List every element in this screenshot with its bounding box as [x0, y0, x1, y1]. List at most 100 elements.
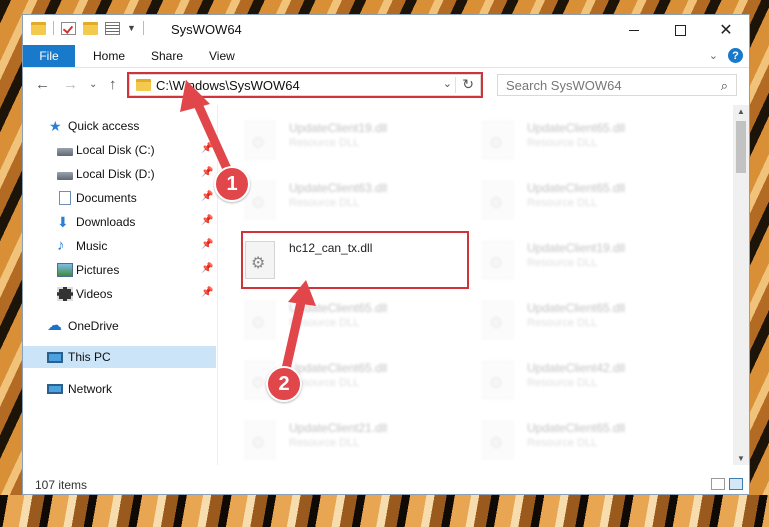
file-explorer-window: ▼ SysWOW64 ✕ File Home Share View ⌄ ? ← … — [22, 14, 750, 495]
nav-videos[interactable]: Videos 📌 — [23, 283, 216, 305]
item-count: 107 items — [35, 478, 88, 492]
nav-this-pc[interactable]: This PC — [23, 346, 216, 368]
details-view-icon[interactable] — [711, 478, 725, 490]
expand-ribbon-chevron-icon[interactable]: ⌄ — [709, 49, 718, 62]
dll-file-icon — [245, 301, 275, 339]
nav-onedrive[interactable]: ☁ OneDrive — [23, 315, 216, 337]
file-item[interactable]: UpdateClient19.dll Resource DLL — [219, 117, 419, 165]
window-controls: ✕ — [611, 15, 749, 45]
nav-quick-access[interactable]: ★ Quick access — [23, 115, 216, 137]
new-folder-icon[interactable] — [83, 21, 98, 35]
file-type: Resource DLL — [527, 137, 598, 149]
file-type: Resource DLL — [527, 257, 598, 269]
search-placeholder: Search SysWOW64 — [506, 78, 622, 93]
file-item[interactable]: UpdateClient42.dll Resource DLL — [457, 357, 657, 405]
nav-item-label: Pictures — [76, 263, 120, 277]
dll-file-icon — [245, 121, 275, 159]
onedrive-icon: ☁ — [47, 317, 62, 334]
file-item[interactable]: UpdateClient65.dll Resource DLL — [219, 357, 419, 405]
scrollbar-thumb[interactable] — [736, 121, 746, 173]
nav-network[interactable]: Network — [23, 378, 216, 400]
toolbar-separator — [142, 21, 144, 35]
file-item[interactable]: UpdateClient19.dll Resource DLL — [457, 237, 657, 285]
downloads-icon: ⬇ — [57, 214, 69, 230]
file-name: UpdateClient21.dll — [289, 421, 388, 435]
network-icon — [47, 384, 63, 394]
tab-view[interactable]: View — [209, 49, 235, 63]
file-item[interactable]: UpdateClient65.dll Resource DLL — [457, 297, 657, 345]
up-arrow-icon[interactable]: ↑ — [109, 76, 117, 93]
star-icon: ★ — [49, 118, 62, 134]
address-row: ← → ⌄ ↑ C:\Windows\SysWOW64 ⌄ ↻ Search S… — [23, 71, 749, 99]
file-type: Resource DLL — [289, 137, 360, 149]
file-item[interactable]: UpdateClient65.dll Resource DLL — [219, 297, 419, 345]
view-toggle — [711, 478, 743, 490]
navigation-pane: ★ Quick access Local Disk (C:) 📌 Local D… — [23, 105, 218, 465]
nav-local-disk-c[interactable]: Local Disk (C:) 📌 — [23, 139, 216, 161]
file-type: Resource DLL — [527, 437, 598, 449]
ribbon-right-controls: ⌄ ? — [709, 48, 743, 63]
nav-item-label: Music — [76, 239, 108, 253]
file-type: Resource DLL — [289, 437, 360, 449]
pin-icon[interactable]: 📌 — [201, 167, 213, 178]
pin-icon[interactable]: 📌 — [201, 263, 213, 274]
documents-icon — [59, 191, 71, 205]
maximize-button[interactable] — [657, 15, 703, 45]
nav-item-label: OneDrive — [68, 319, 119, 333]
file-name: UpdateClient42.dll — [527, 361, 626, 375]
scroll-up-arrow-icon[interactable]: ▲ — [737, 107, 745, 116]
customize-toolbar-chevron-icon[interactable]: ▼ — [127, 23, 136, 33]
dll-file-icon — [483, 181, 513, 219]
nav-item-label: Quick access — [68, 119, 140, 133]
nav-documents[interactable]: Documents 📌 — [23, 187, 216, 209]
file-name: UpdateClient65.dll — [527, 421, 626, 435]
nav-local-disk-d[interactable]: Local Disk (D:) 📌 — [23, 163, 216, 185]
properties-check-icon[interactable] — [61, 21, 76, 35]
tab-home[interactable]: Home — [93, 49, 125, 63]
minimize-icon — [629, 29, 639, 31]
file-name: UpdateClient19.dll — [527, 241, 626, 255]
pin-icon[interactable]: 📌 — [201, 143, 213, 154]
pin-icon[interactable]: 📌 — [201, 191, 213, 202]
nav-pictures[interactable]: Pictures 📌 — [23, 259, 216, 281]
close-icon: ✕ — [719, 22, 733, 39]
tab-share[interactable]: Share — [151, 49, 183, 63]
file-name: UpdateClient65.dll — [527, 121, 626, 135]
pin-icon[interactable]: 📌 — [201, 215, 213, 226]
status-bar: 107 items — [23, 475, 749, 495]
tab-file[interactable]: File — [23, 45, 75, 67]
desktop-wallpaper-strip — [0, 495, 769, 527]
vertical-scrollbar[interactable]: ▲ ▼ — [733, 105, 749, 465]
nav-item-label: Local Disk (C:) — [76, 143, 155, 157]
videos-icon — [57, 287, 73, 301]
file-type: Resource DLL — [527, 197, 598, 209]
properties-icon[interactable] — [105, 21, 120, 35]
music-icon: ♪ — [57, 237, 65, 254]
nav-music[interactable]: ♪ Music 📌 — [23, 235, 216, 257]
file-name: UpdateClient65.dll — [289, 301, 388, 315]
file-item[interactable]: UpdateClient65.dll Resource DLL — [457, 177, 657, 225]
file-type: Resource DLL — [289, 197, 360, 209]
large-icons-view-icon[interactable] — [729, 478, 743, 490]
file-item[interactable]: UpdateClient21.dll Resource DLL — [219, 417, 419, 465]
file-type: Resource DLL — [289, 317, 360, 329]
scroll-down-arrow-icon[interactable]: ▼ — [737, 454, 745, 463]
search-input[interactable]: Search SysWOW64 ⌕ — [497, 74, 737, 96]
file-item[interactable]: UpdateClient65.dll Resource DLL — [457, 117, 657, 165]
maximize-icon — [674, 24, 686, 36]
address-highlight-box — [127, 72, 483, 98]
minimize-button[interactable] — [611, 15, 657, 45]
forward-arrow-icon[interactable]: → — [63, 76, 78, 93]
toolbar-separator — [53, 21, 54, 35]
back-arrow-icon[interactable]: ← — [35, 76, 50, 93]
search-icon: ⌕ — [720, 78, 728, 93]
nav-downloads[interactable]: ⬇ Downloads 📌 — [23, 211, 216, 233]
file-name: UpdateClient65.dll — [289, 361, 388, 375]
nav-item-label: Network — [68, 382, 113, 396]
help-icon[interactable]: ? — [728, 48, 743, 63]
recent-locations-chevron-icon[interactable]: ⌄ — [89, 79, 97, 90]
close-button[interactable]: ✕ — [703, 15, 749, 45]
pin-icon[interactable]: 📌 — [201, 239, 213, 250]
pin-icon[interactable]: 📌 — [201, 287, 213, 298]
file-item[interactable]: UpdateClient65.dll Resource DLL — [457, 417, 657, 465]
